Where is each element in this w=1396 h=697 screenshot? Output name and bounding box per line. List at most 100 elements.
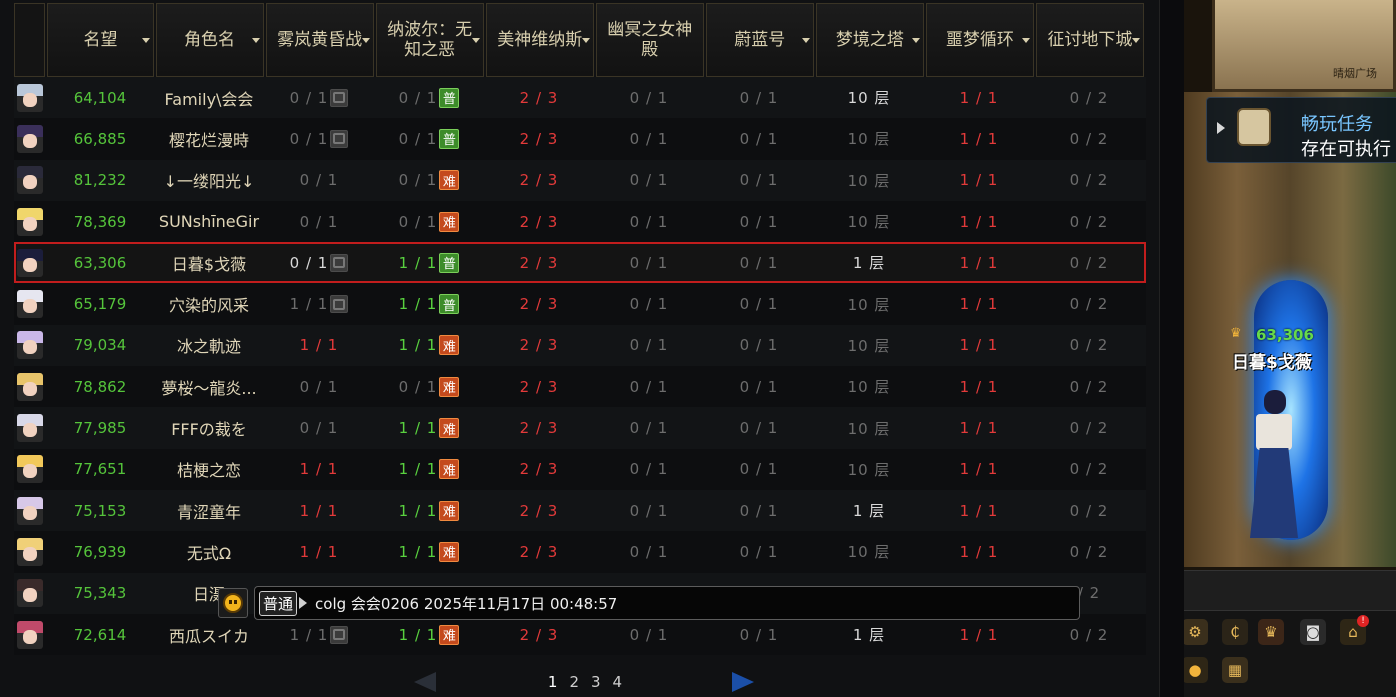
- tower-cell-value: 10 层: [847, 130, 891, 149]
- page-2[interactable]: 2: [569, 673, 579, 691]
- tower-cell-value: 10 层: [847, 378, 891, 397]
- table-row[interactable]: 65,179 穴染的风采 1 / 11 / 1普2 / 30 / 10 / 1 10 …: [14, 283, 1146, 325]
- sort-arrow-icon[interactable]: [471, 38, 480, 43]
- yx-cell: 0 / 1: [594, 531, 704, 572]
- table-row[interactable]: 79,034 冰之軌迹 1 / 11 / 1难2 / 30 / 10 / 1 10 层…: [14, 324, 1146, 367]
- fame-cell: 78,862: [46, 366, 154, 407]
- table-row[interactable]: 76,939 无式Ω 1 / 11 / 1难2 / 30 / 10 / 1 10 层1…: [14, 531, 1146, 573]
- sort-arrow-icon[interactable]: [1131, 38, 1140, 43]
- header-5[interactable]: 美神维纳斯: [485, 3, 594, 77]
- venus-cell: 2 / 3: [484, 118, 594, 159]
- tower-cell: 10 层: [814, 160, 924, 201]
- dungeon-cell: 0 / 2: [1034, 490, 1144, 531]
- venus-cell: 2 / 3: [484, 531, 594, 572]
- name-cell-value: 无式Ω: [186, 543, 232, 563]
- nightmare-cell-value: 1 / 1: [959, 88, 999, 107]
- tower-cell-value: 1 层: [852, 502, 886, 521]
- page-4[interactable]: 4: [613, 673, 623, 691]
- table-row[interactable]: 78,862 夢桜～龍炎... 0 / 10 / 1难2 / 30 / 10 / 1…: [14, 366, 1146, 408]
- sort-arrow-icon[interactable]: [581, 38, 590, 43]
- header-4[interactable]: 纳波尔：无知之恶: [375, 3, 484, 77]
- chat-message-text: colg 会会0206 2025年11月17日 00:48:57: [315, 594, 618, 613]
- avatar: [17, 83, 43, 112]
- quest-notice[interactable]: 畅玩任务 存在可执行: [1206, 97, 1396, 163]
- difficulty-badge: 难: [439, 335, 460, 356]
- tower-cell-value: 10 层: [847, 295, 891, 314]
- page-3[interactable]: 3: [591, 673, 601, 691]
- expand-arrow-icon[interactable]: [1217, 122, 1225, 134]
- fame-cell: 81,232: [46, 160, 154, 201]
- sort-arrow-icon[interactable]: [801, 38, 810, 43]
- tower-cell: 10 层: [814, 77, 924, 118]
- map-pin-icon[interactable]: ●: [1184, 657, 1208, 683]
- emoji-icon[interactable]: [218, 588, 248, 618]
- tower-cell-value: 10 层: [847, 89, 891, 108]
- table-row[interactable]: 66,885 樱花烂漫時 0 / 10 / 1普2 / 30 / 10 / 1 10 …: [14, 118, 1146, 160]
- yx-cell: 0 / 1: [594, 407, 704, 448]
- table-row[interactable]: 81,232 ↓一缕阳光↓ 0 / 10 / 1难2 / 30 / 10 / 1 10…: [14, 159, 1146, 201]
- header-label: 幽冥之女神殿: [607, 20, 693, 60]
- nightmare-cell-value: 1 / 1: [959, 501, 999, 520]
- wu-cell: 0 / 1: [264, 160, 374, 201]
- coin-icon[interactable]: ₵: [1222, 619, 1248, 645]
- scroll-icon: [1237, 108, 1271, 146]
- yx-cell: 0 / 1: [594, 201, 704, 242]
- header-1[interactable]: 名望: [47, 3, 154, 77]
- minimap[interactable]: 晴烟广场: [1212, 0, 1396, 92]
- wu-cell-value: 0 / 1: [289, 253, 329, 272]
- table-row[interactable]: 78,369 SUNshīneGir 0 / 10 / 1难2 / 30 / 10 …: [14, 200, 1146, 243]
- venus-cell: 2 / 3: [484, 201, 594, 242]
- na-cell-value: 1 / 1: [398, 501, 438, 520]
- header-9[interactable]: 噩梦循环: [925, 3, 1034, 77]
- lock-icon: [330, 88, 349, 107]
- fame-cell-value: 75,343: [73, 584, 127, 603]
- gear-icon[interactable]: ⚙: [1184, 619, 1208, 645]
- menu-icon[interactable]: ▦: [1222, 657, 1248, 683]
- system-menu-panel: [1184, 571, 1396, 611]
- dungeon-cell-value: 0 / 2: [1069, 336, 1109, 355]
- table-row[interactable]: 72,614 西瓜スイカ 1 / 11 / 1难2 / 30 / 10 / 11 层…: [14, 613, 1146, 656]
- sort-arrow-icon[interactable]: [911, 38, 920, 43]
- header-7[interactable]: 蔚蓝号: [705, 3, 814, 77]
- yx-cell: 0 / 1: [594, 490, 704, 531]
- tower-cell: 10 层: [814, 449, 924, 490]
- yx-cell-value: 0 / 1: [629, 171, 669, 190]
- header-10[interactable]: 征讨地下城: [1035, 3, 1144, 77]
- na-cell-value: 1 / 1: [398, 542, 438, 561]
- hero-name: 日暮$戈薇: [1232, 353, 1312, 373]
- difficulty-badge: 难: [439, 541, 460, 562]
- sort-arrow-icon[interactable]: [361, 38, 370, 43]
- fame-cell-value: 79,034: [73, 336, 127, 355]
- table-header: 名望 角色名 雾岚黄昏战 纳波尔：无知之恶 美神维纳斯 幽冥之女神殿 蔚蓝号 梦境之塔 噩梦循环…: [14, 3, 1146, 77]
- name-cell: 冰之軌迹: [154, 325, 264, 366]
- na-cell-value: 1 / 1: [398, 336, 438, 355]
- na-cell-value: 1 / 1: [398, 625, 438, 644]
- sort-arrow-icon[interactable]: [1021, 38, 1030, 43]
- crown-icon[interactable]: ♛: [1258, 619, 1284, 645]
- next-page-arrow-icon[interactable]: [732, 672, 754, 692]
- prev-page-arrow-icon[interactable]: [414, 672, 436, 692]
- wu-cell: 1 / 1: [264, 490, 374, 531]
- difficulty-badge: 难: [439, 459, 460, 480]
- name-cell-value: 青涩童年: [176, 502, 241, 522]
- sort-arrow-icon[interactable]: [251, 38, 260, 43]
- fame-cell-value: 77,985: [73, 419, 127, 438]
- dungeon-progress-table: 名望 角色名 雾岚黄昏战 纳波尔：无知之恶 美神维纳斯 幽冥之女神殿 蔚蓝号 梦境之塔 噩梦循环…: [14, 3, 1146, 656]
- hero-character[interactable]: [1242, 390, 1312, 550]
- home-icon[interactable]: ⌂!: [1340, 615, 1369, 645]
- table-row[interactable]: 75,153 青涩童年 1 / 11 / 1难2 / 30 / 10 / 11 层1…: [14, 489, 1146, 532]
- sort-arrow-icon[interactable]: [141, 38, 150, 43]
- page-1[interactable]: 1: [548, 673, 558, 691]
- header-8[interactable]: 梦境之塔: [815, 3, 924, 77]
- dungeon-cell-value: 0 / 2: [1069, 129, 1109, 148]
- header-3[interactable]: 雾岚黄昏战: [265, 3, 374, 77]
- nightmare-cell: 1 / 1: [924, 160, 1034, 201]
- table-row[interactable]: 64,104 Family\会会 0 / 10 / 1普2 / 30 / 10 / …: [14, 77, 1146, 119]
- na-cell-value: 1 / 1: [398, 295, 438, 314]
- table-row[interactable]: 77,651 桔梗之恋 1 / 11 / 1难2 / 30 / 10 / 1 10 层…: [14, 448, 1146, 490]
- table-row[interactable]: 77,985 FFFの裁を 0 / 11 / 1难2 / 30 / 10 / 1 10…: [14, 407, 1146, 449]
- camera-icon[interactable]: ◙: [1300, 619, 1326, 645]
- header-2[interactable]: 角色名: [155, 3, 264, 77]
- table-row[interactable]: 63,306 日暮$戈薇 0 / 11 / 1普2 / 30 / 10 / 11 层…: [14, 242, 1146, 284]
- wl-cell: 0 / 1: [704, 160, 814, 201]
